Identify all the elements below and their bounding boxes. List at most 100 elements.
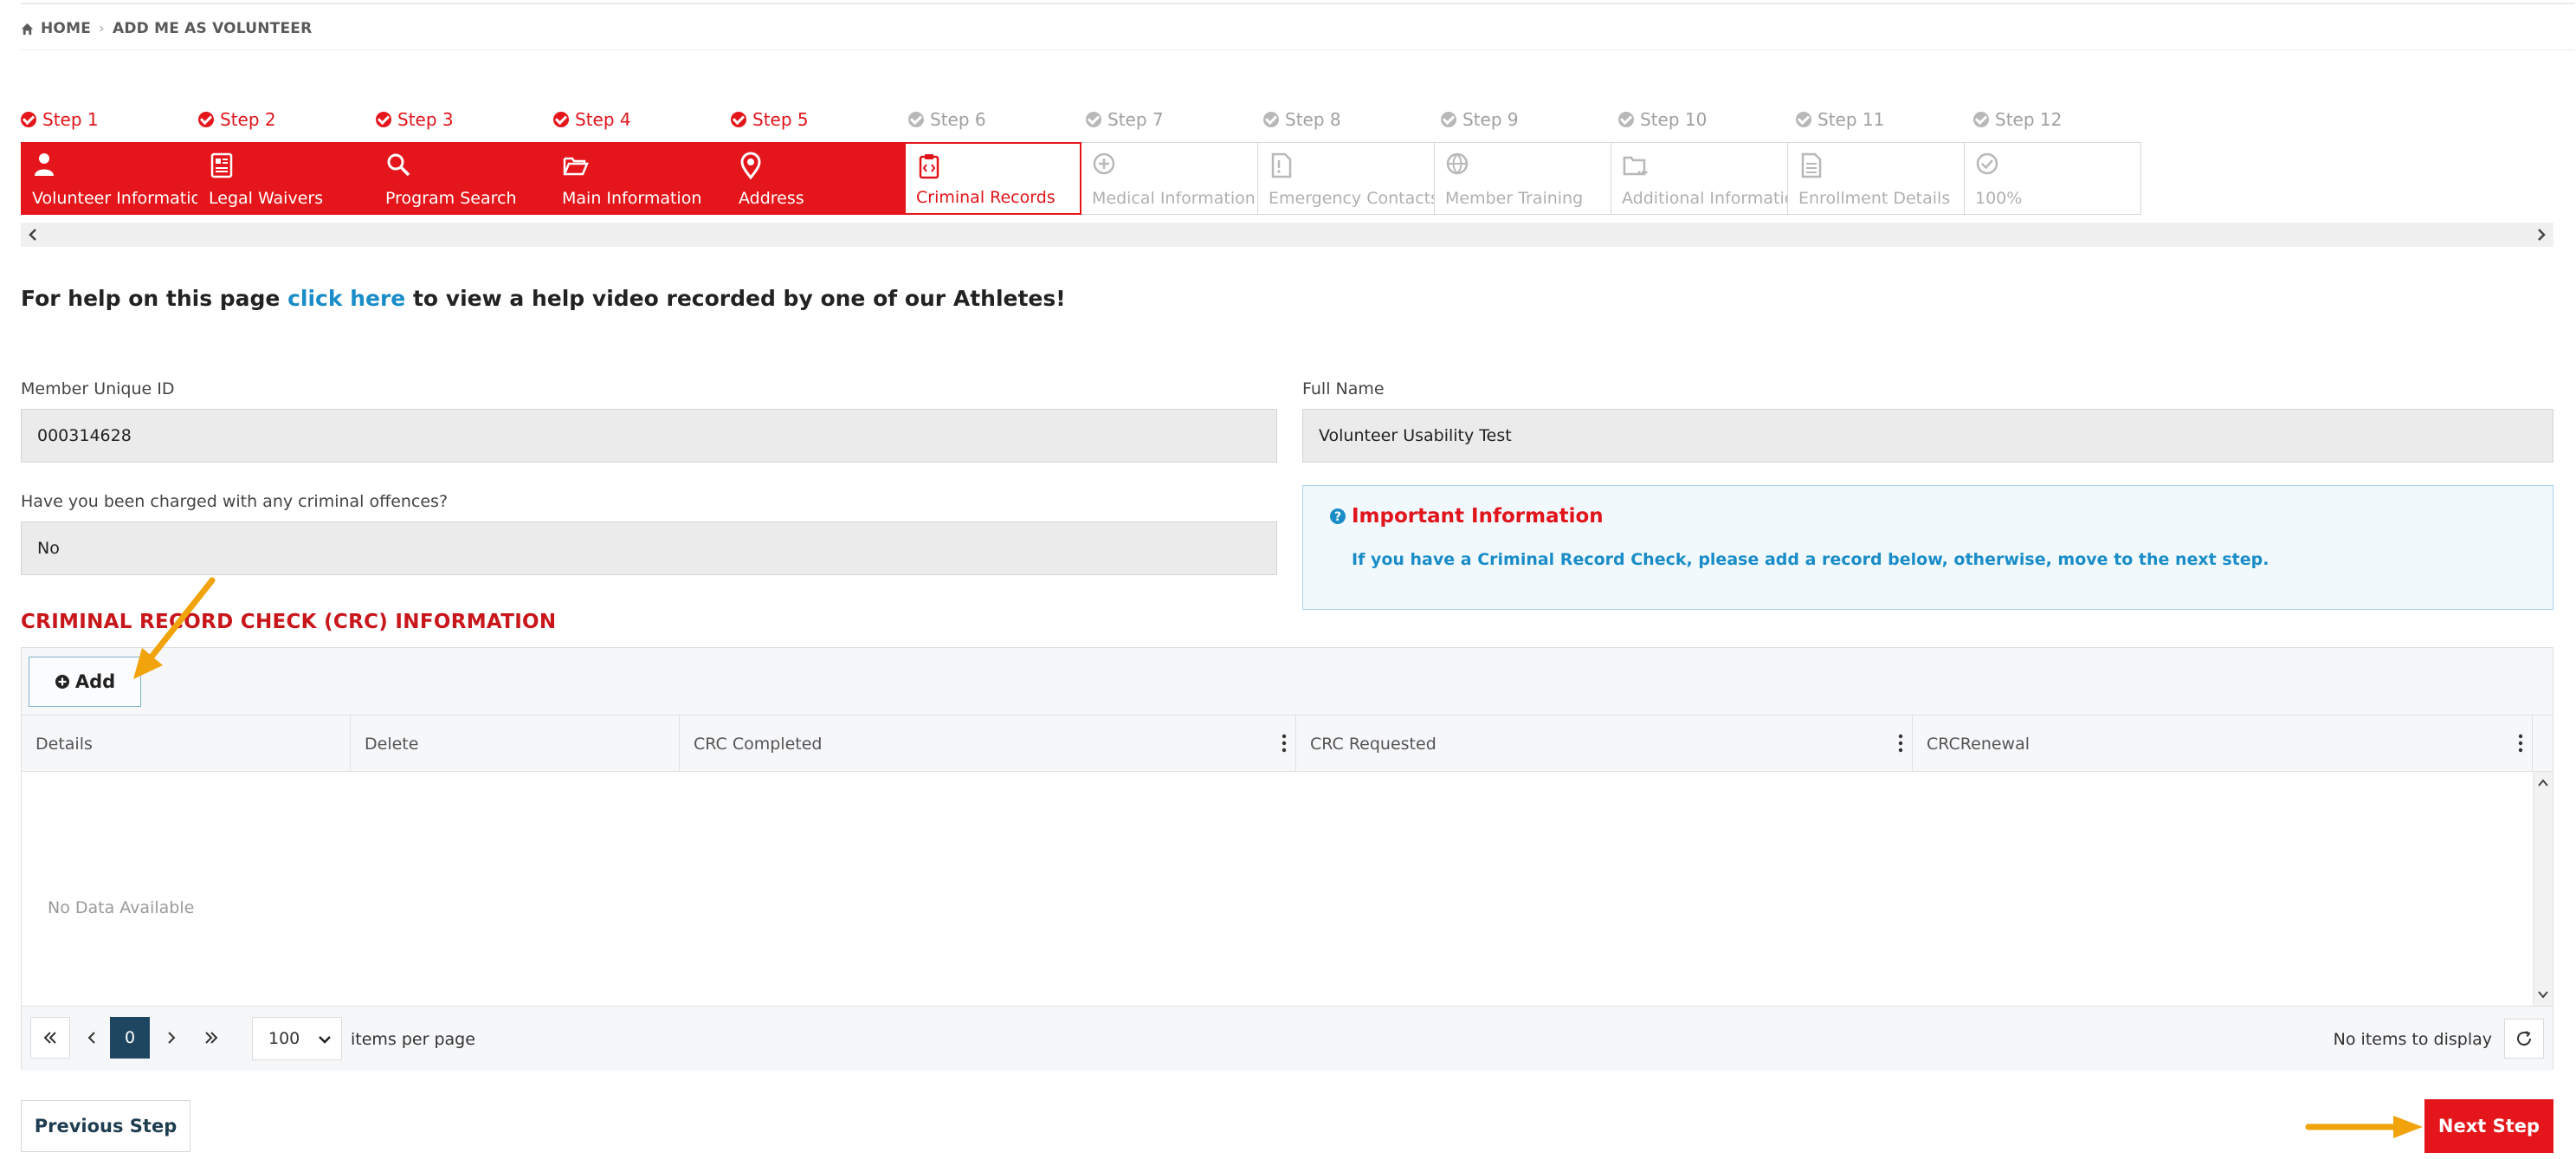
last-page-button[interactable] [191, 1017, 231, 1059]
chevron-down-icon[interactable] [2537, 988, 2549, 1000]
step-tile-volunteer-information[interactable]: Volunteer Information [21, 142, 211, 215]
column-crc-completed[interactable]: CRC Completed [680, 715, 1296, 772]
kebab-menu-icon[interactable] [2518, 733, 2523, 754]
search-icon [387, 153, 410, 177]
home-icon[interactable] [21, 23, 34, 36]
chevron-left-icon [87, 1032, 95, 1044]
map-pin-icon [740, 152, 761, 179]
wizard-horizontal-scrollbar[interactable] [21, 223, 2553, 247]
first-page-button[interactable] [30, 1017, 70, 1059]
step-tile-additional-information[interactable]: Additional Information [1611, 142, 1804, 215]
help-text: For help on this page click here to view… [21, 286, 1066, 311]
check-icon [198, 112, 214, 127]
refresh-icon [2517, 1031, 2532, 1046]
column-details[interactable]: Details [22, 715, 351, 772]
step-label-10: Step 10 [1618, 109, 1707, 130]
step-label-4: Step 4 [553, 109, 631, 130]
check-circle-icon [1976, 152, 1998, 175]
previous-step-button[interactable]: Previous Step [21, 1100, 190, 1152]
important-info-box: ? Important Information If you have a Cr… [1302, 485, 2553, 610]
check-icon [553, 112, 569, 127]
step-tile-address[interactable]: Address [727, 142, 905, 215]
next-step-button[interactable]: Next Step [2424, 1099, 2553, 1153]
current-page-button[interactable]: 0 [110, 1017, 150, 1059]
member-id-label: Member Unique ID [21, 379, 175, 398]
svg-text:?: ? [1334, 510, 1341, 524]
step-tile-legal-waivers[interactable]: Legal Waivers [197, 142, 375, 215]
basketball-icon [1446, 152, 1469, 175]
no-data-message: No Data Available [48, 898, 195, 917]
step-label-7: Step 7 [1086, 109, 1164, 130]
chevron-up-icon[interactable] [2537, 777, 2549, 789]
breadcrumb: HOME › ADD ME AS VOLUNTEER [21, 17, 312, 40]
folder-open-icon [563, 157, 589, 176]
document-list-icon [210, 152, 233, 178]
check-icon [1086, 112, 1101, 127]
step-tiles: Volunteer Information Legal Waivers Prog… [21, 142, 2141, 215]
plus-circle-icon [55, 675, 69, 689]
column-delete[interactable]: Delete [351, 715, 680, 772]
check-icon [376, 112, 391, 127]
question-circle-icon: ? [1330, 508, 1346, 524]
chevron-right-icon [168, 1032, 176, 1044]
step-tile-main-information[interactable]: Main Information [551, 142, 728, 215]
kebab-menu-icon[interactable] [1898, 733, 1903, 754]
crc-grid: Add Details Delete CRC Completed CRC Req… [21, 647, 2553, 1071]
grid-body: No Data Available [22, 772, 2534, 1006]
clipboard-code-icon [919, 154, 939, 179]
file-text-icon [1801, 152, 1822, 178]
page-size-select[interactable]: 100 [252, 1017, 342, 1060]
chevron-down-icon [319, 1036, 331, 1044]
check-icon [1441, 112, 1456, 127]
step-tile-program-search[interactable]: Program Search [374, 142, 552, 215]
info-title: Important Information [1352, 505, 1604, 528]
alert-file-icon [1271, 152, 1292, 178]
add-record-button[interactable]: Add [29, 657, 141, 707]
step-tile-criminal-records[interactable]: Criminal Records [904, 142, 1081, 215]
plus-circle-icon [1093, 152, 1115, 175]
double-chevron-right-icon [205, 1032, 218, 1044]
check-icon [731, 112, 746, 127]
step-label-11: Step 11 [1796, 109, 1884, 130]
step-tile-complete[interactable]: 100% [1964, 142, 2141, 215]
check-icon [21, 112, 36, 127]
grid-pager: 0 100 items per page No items to display [22, 1006, 2553, 1071]
breadcrumb-current: ADD ME AS VOLUNTEER [113, 20, 313, 37]
step-label-8: Step 8 [1263, 109, 1341, 130]
check-icon [1973, 112, 1989, 127]
refresh-button[interactable] [2504, 1019, 2544, 1059]
member-id-field[interactable]: 000314628 [21, 409, 1277, 463]
step-label-2: Step 2 [198, 109, 276, 130]
step-tile-medical-information[interactable]: Medical Information [1081, 142, 1258, 215]
step-tile-enrollment-details[interactable]: Enrollment Details [1787, 142, 1965, 215]
chevron-left-icon[interactable] [24, 226, 42, 243]
breadcrumb-separator: › [99, 20, 106, 37]
check-icon [1796, 112, 1811, 127]
previous-page-button[interactable] [72, 1017, 112, 1059]
check-icon [1618, 112, 1634, 127]
top-divider [21, 0, 2574, 4]
step-tile-emergency-contacts[interactable]: Emergency Contacts [1257, 142, 1439, 215]
column-crc-renewal[interactable]: CRCRenewal [1913, 715, 2533, 772]
criminal-offences-select[interactable]: No [21, 521, 1277, 575]
pager-info: No items to display [2333, 1030, 2492, 1049]
person-icon [35, 153, 54, 176]
step-tile-member-training[interactable]: Member Training [1434, 142, 1611, 215]
criminal-offences-label: Have you been charged with any criminal … [21, 492, 449, 511]
chevron-right-icon[interactable] [2533, 226, 2550, 243]
column-crc-requested[interactable]: CRC Requested [1296, 715, 1913, 772]
step-label-6: Step 6 [908, 109, 986, 130]
full-name-field[interactable]: Volunteer Usability Test [1302, 409, 2553, 463]
info-text: If you have a Criminal Record Check, ple… [1352, 550, 2269, 569]
grid-vertical-scrollbar[interactable] [2533, 772, 2553, 1006]
breadcrumb-home[interactable]: HOME [41, 20, 91, 37]
breadcrumb-divider [21, 49, 2574, 50]
check-icon [1263, 112, 1279, 127]
help-video-link[interactable]: click here [287, 286, 405, 311]
annotation-arrow-next [2305, 1116, 2423, 1138]
double-chevron-left-icon [43, 1032, 56, 1044]
kebab-menu-icon[interactable] [1282, 733, 1287, 754]
step-label-1: Step 1 [21, 109, 99, 130]
step-label-12: Step 12 [1973, 109, 2062, 130]
next-page-button[interactable] [152, 1017, 191, 1059]
